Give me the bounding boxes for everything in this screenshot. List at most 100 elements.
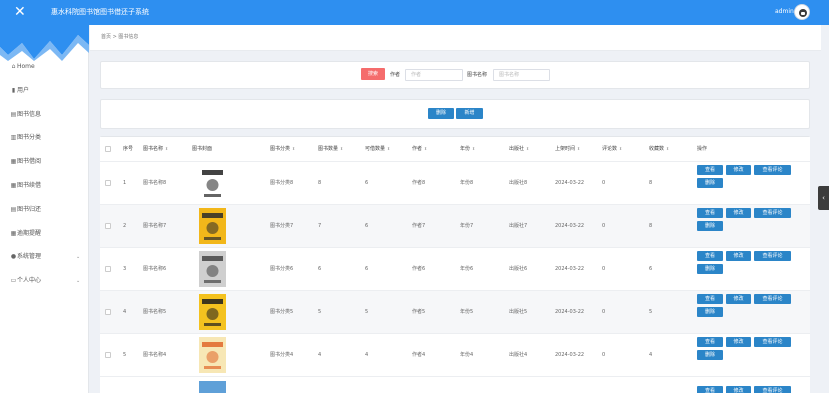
edit-button[interactable]: 修改 [726,165,751,175]
row-delete-button[interactable]: 删除 [697,221,723,231]
username[interactable]: admin [775,8,794,16]
book-name-input[interactable]: 图书名称 [493,69,550,81]
sidebar-item-2[interactable]: ▮ 用户 [0,85,89,97]
cell-name: 图书名称6 [143,266,167,272]
row-checkbox[interactable] [105,266,111,272]
return-icon: ▤ [10,206,17,213]
breadcrumb-home[interactable]: 首页 [101,34,111,40]
row-delete-button[interactable]: 删除 [697,178,723,188]
cell-category: 图书分类5 [270,309,294,315]
row-delete-button[interactable]: 删除 [697,350,723,360]
sort-icon[interactable]: ⬍ [387,146,390,151]
book-cover-image [199,337,226,373]
sort-icon[interactable]: ⬍ [666,146,669,151]
sort-icon[interactable]: ⬍ [165,146,168,151]
row-delete-button[interactable]: 删除 [697,307,723,317]
view-button[interactable]: 查看 [697,165,723,175]
view-comments-button[interactable]: 查看评论 [754,294,791,304]
sort-icon[interactable]: ⬍ [292,146,295,151]
row-delete-button[interactable]: 删除 [697,264,723,274]
view-button[interactable]: 查看 [697,294,723,304]
top-bar: ✕ 惠水科院图书馆图书借还子系统 admin [0,0,829,25]
column-header[interactable]: 图书数量 ⬍ [318,137,343,161]
cell-available: 6 [365,180,369,186]
cell-quantity: 5 [318,309,322,315]
column-header-label: 图书封面 [192,146,213,152]
sidebar-item-9[interactable]: ● 系统管理 ⌄ [0,251,89,263]
sidebar-decoration [0,25,89,61]
view-button[interactable]: 查看 [697,251,723,261]
sidebar-item-7[interactable]: ▤ 图书归还 [0,204,89,216]
column-header[interactable]: 图书名称 ⬍ [143,137,168,161]
column-header[interactable]: 图书分类 ⬍ [270,137,295,161]
select-all-checkbox[interactable] [105,146,111,152]
row-checkbox[interactable] [105,223,111,229]
view-comments-button[interactable]: 查看评论 [754,251,791,261]
sort-icon[interactable]: ⬍ [340,146,343,151]
view-comments-button[interactable]: 查看评论 [754,208,791,218]
sidebar-item-5[interactable]: ▦ 图书借阅 [0,156,89,168]
view-comments-button[interactable]: 查看评论 [754,386,791,393]
cell-available: 5 [365,309,369,315]
sort-icon[interactable]: ⬍ [577,146,580,151]
sidebar-item-3[interactable]: ▤ 图书信息 [0,109,89,121]
column-header[interactable]: 年份 ⬍ [460,137,475,161]
row-checkbox[interactable] [105,309,111,315]
cell-year: 年份8 [460,180,474,186]
sidebar-item-label: 图书信息 [17,111,42,118]
avatar[interactable] [794,4,810,20]
edit-button[interactable]: 修改 [726,251,751,261]
sidebar-item-label: 图书分类 [17,134,42,141]
cell-favorites: 5 [649,309,653,315]
sort-icon[interactable]: ⬍ [619,146,622,151]
search-button[interactable]: 搜索 [361,68,385,80]
view-button[interactable]: 查看 [697,386,723,393]
sidebar-item-4[interactable]: ▥ 图书分类 [0,132,89,144]
sidebar-item-6[interactable]: ▦ 图书续借 [0,180,89,192]
edit-button[interactable]: 修改 [726,208,751,218]
cell-comments: 0 [602,266,606,272]
author-input[interactable]: 作者 [405,69,463,81]
column-header-label: 图书名称 [143,146,164,152]
cell-favorites: 4 [649,352,653,358]
delete-button[interactable]: 删除 [428,108,454,119]
row-checkbox[interactable] [105,352,111,358]
view-comments-button[interactable]: 查看评论 [754,165,791,175]
sort-icon[interactable]: ⬍ [472,146,475,151]
column-header[interactable]: 作者 ⬍ [412,137,427,161]
column-header-label: 出版社 [509,146,525,152]
collapse-panel-toggle[interactable]: ‹ [818,186,829,210]
cell-comments: 0 [602,352,606,358]
cell-date: 2024-03-22 [555,223,585,229]
sidebar-item-10[interactable]: ▭ 个人中心 ⌄ [0,275,89,287]
category-icon: ▥ [10,134,17,141]
view-button[interactable]: 查看 [697,208,723,218]
column-header[interactable]: 可借数量 ⬍ [365,137,390,161]
sort-icon[interactable]: ⬍ [526,146,529,151]
column-header[interactable]: 出版社 ⬍ [509,137,529,161]
sidebar-item-1[interactable]: ⌂ Home [0,61,89,73]
table-row: 3 图书名称6 图书分类6 6 6 作者6 年份6 出版社6 2024-03-22 0 6 查看 修改查… [100,247,810,290]
row-checkbox[interactable] [105,180,111,186]
cell-publisher: 出版社8 [509,180,528,186]
sort-icon[interactable]: ⬍ [424,146,427,151]
column-header-label: 可借数量 [365,146,386,152]
edit-button[interactable]: 修改 [726,386,751,393]
column-header[interactable]: 收藏数 ⬍ [649,137,669,161]
close-icon[interactable]: ✕ [14,4,26,20]
edit-button[interactable]: 修改 [726,337,751,347]
cell-date: 2024-03-22 [555,309,585,315]
view-button[interactable]: 查看 [697,337,723,347]
column-header[interactable]: 上架时间 ⬍ [555,137,580,161]
sidebar-item-label: 图书归还 [17,206,42,213]
column-header[interactable]: 评论数 ⬍ [602,137,622,161]
cell-available: 6 [365,223,369,229]
column-header-label: 作者 [412,146,423,152]
view-comments-button[interactable]: 查看评论 [754,337,791,347]
chevron-down-icon: ⌄ [76,278,81,284]
add-button[interactable]: 新增 [456,108,483,119]
cell-publisher: 出版社7 [509,223,528,229]
edit-button[interactable]: 修改 [726,294,751,304]
cell-available: 4 [365,352,369,358]
sidebar-item-8[interactable]: ▦ 逾期提醒 [0,228,89,240]
